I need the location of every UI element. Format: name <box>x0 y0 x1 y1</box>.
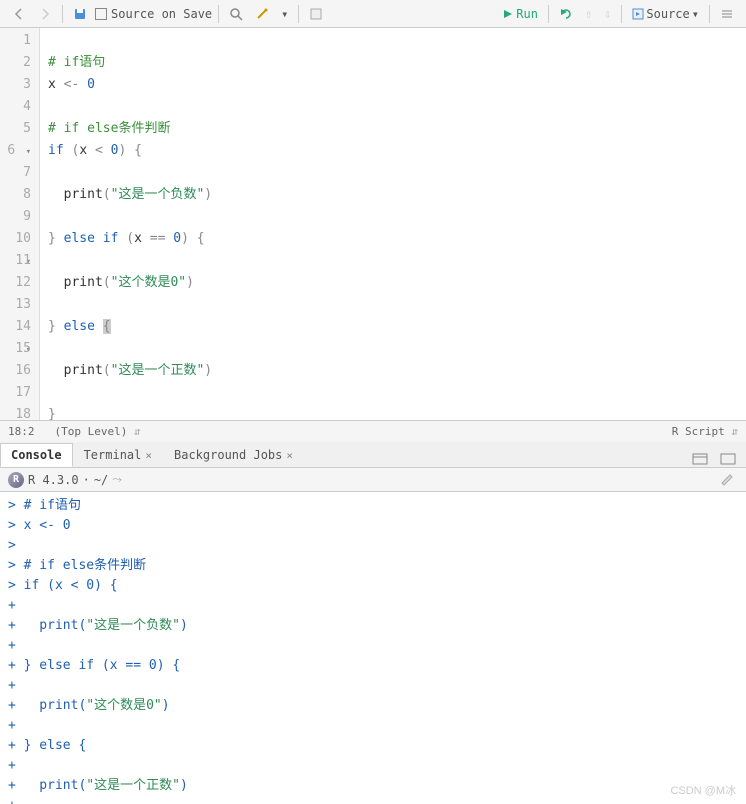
tab-background-jobs[interactable]: Background Jobs× <box>163 443 304 467</box>
watermark: CSDN @M冰 <box>670 782 736 798</box>
code-line[interactable] <box>48 250 738 272</box>
bottom-panel-tabs: ConsoleTerminal×Background Jobs× <box>0 442 746 468</box>
code-line[interactable]: if (x < 0) { <box>48 140 738 162</box>
separator <box>62 5 63 23</box>
wand-icon[interactable] <box>251 5 273 23</box>
code-line[interactable]: } else if (x == 0) { <box>48 228 738 250</box>
code-line[interactable] <box>48 206 738 228</box>
code-editor[interactable]: 123456 ▾78910 ▾11121314 ▾15161718 ▴ # if… <box>0 28 746 420</box>
console-line: + print("这是一个正数") <box>8 776 738 796</box>
code-line[interactable]: print("这个数是0") <box>48 272 738 294</box>
separator <box>709 5 710 23</box>
console-line: + <box>8 796 738 804</box>
code-area[interactable]: # if语句x <- 0 # if else条件判断if (x < 0) { p… <box>40 28 746 420</box>
code-line[interactable] <box>48 382 738 404</box>
file-type[interactable]: R Script ⇵ <box>672 425 738 438</box>
source-on-save-checkbox[interactable] <box>95 8 107 20</box>
cursor-position: 18:2 <box>8 425 35 438</box>
console-line: + <box>8 716 738 736</box>
console-line: > # if else条件判断 <box>8 556 738 576</box>
console-output[interactable]: > # if语句> x <- 0> > # if else条件判断> if (x… <box>0 492 746 804</box>
code-line[interactable] <box>48 30 738 52</box>
code-line[interactable]: x <- 0 <box>48 74 738 96</box>
run-label: Run <box>516 7 538 21</box>
up-icon[interactable]: ⇧ <box>581 5 596 23</box>
tab-terminal[interactable]: Terminal× <box>73 443 163 467</box>
r-version: R 4.3.0 <box>28 473 79 487</box>
dropdown-icon[interactable]: ▾ <box>277 5 292 23</box>
minimize-icon[interactable] <box>688 451 712 467</box>
source-on-save-label: Source on Save <box>111 7 212 21</box>
console-line: > <box>8 536 738 556</box>
tab-console[interactable]: Console <box>0 443 73 467</box>
down-icon[interactable]: ⇩ <box>600 5 615 23</box>
code-line[interactable]: print("这是一个负数") <box>48 184 738 206</box>
outline-icon[interactable] <box>716 5 738 23</box>
separator <box>548 5 549 23</box>
code-line[interactable]: # if语句 <box>48 52 738 74</box>
line-gutter: 123456 ▾78910 ▾11121314 ▾15161718 ▴ <box>0 28 40 420</box>
console-line: + } else { <box>8 736 738 756</box>
separator <box>218 5 219 23</box>
code-line[interactable]: } <box>48 404 738 420</box>
console-line: + print("这是一个负数") <box>8 616 738 636</box>
rerun-icon[interactable] <box>555 5 577 23</box>
console-line: + <box>8 596 738 616</box>
console-line: + } else if (x == 0) { <box>8 656 738 676</box>
separator <box>298 5 299 23</box>
console-line: + print("这个数是0") <box>8 696 738 716</box>
working-dir: ~/ <box>94 473 108 487</box>
r-logo-icon: R <box>8 472 24 488</box>
console-line: + <box>8 636 738 656</box>
editor-status-bar: 18:2 (Top Level) ⇵ R Script ⇵ <box>0 420 746 442</box>
code-line[interactable]: print("这是一个正数") <box>48 360 738 382</box>
separator <box>621 5 622 23</box>
code-line[interactable] <box>48 96 738 118</box>
editor-toolbar: Source on Save ▾ Run ⇧ ⇩ Source ▾ <box>0 0 746 28</box>
code-line[interactable] <box>48 294 738 316</box>
console-line: > x <- 0 <box>8 516 738 536</box>
close-icon[interactable]: × <box>145 449 152 462</box>
console-line: + <box>8 756 738 776</box>
code-line[interactable] <box>48 162 738 184</box>
code-line[interactable] <box>48 338 738 360</box>
console-line: > if (x < 0) { <box>8 576 738 596</box>
clear-console-icon[interactable] <box>716 471 738 489</box>
run-button[interactable]: Run <box>498 5 542 23</box>
report-icon[interactable] <box>305 5 327 23</box>
source-label: Source <box>646 7 689 21</box>
console-line: > # if语句 <box>8 496 738 516</box>
code-line[interactable]: } else { <box>48 316 738 338</box>
code-line[interactable]: # if else条件判断 <box>48 118 738 140</box>
goto-dir-icon[interactable]: ⤳ <box>108 470 126 489</box>
back-icon[interactable] <box>8 5 30 23</box>
close-icon[interactable]: × <box>286 449 293 462</box>
forward-icon[interactable] <box>34 5 56 23</box>
scope-indicator[interactable]: (Top Level) ⇵ <box>55 425 141 438</box>
source-button[interactable]: Source ▾ <box>628 5 703 23</box>
console-header: R R 4.3.0 · ~/ ⤳ <box>0 468 746 492</box>
save-icon[interactable] <box>69 5 91 23</box>
search-icon[interactable] <box>225 5 247 23</box>
console-line: + <box>8 676 738 696</box>
maximize-icon[interactable] <box>716 451 740 467</box>
